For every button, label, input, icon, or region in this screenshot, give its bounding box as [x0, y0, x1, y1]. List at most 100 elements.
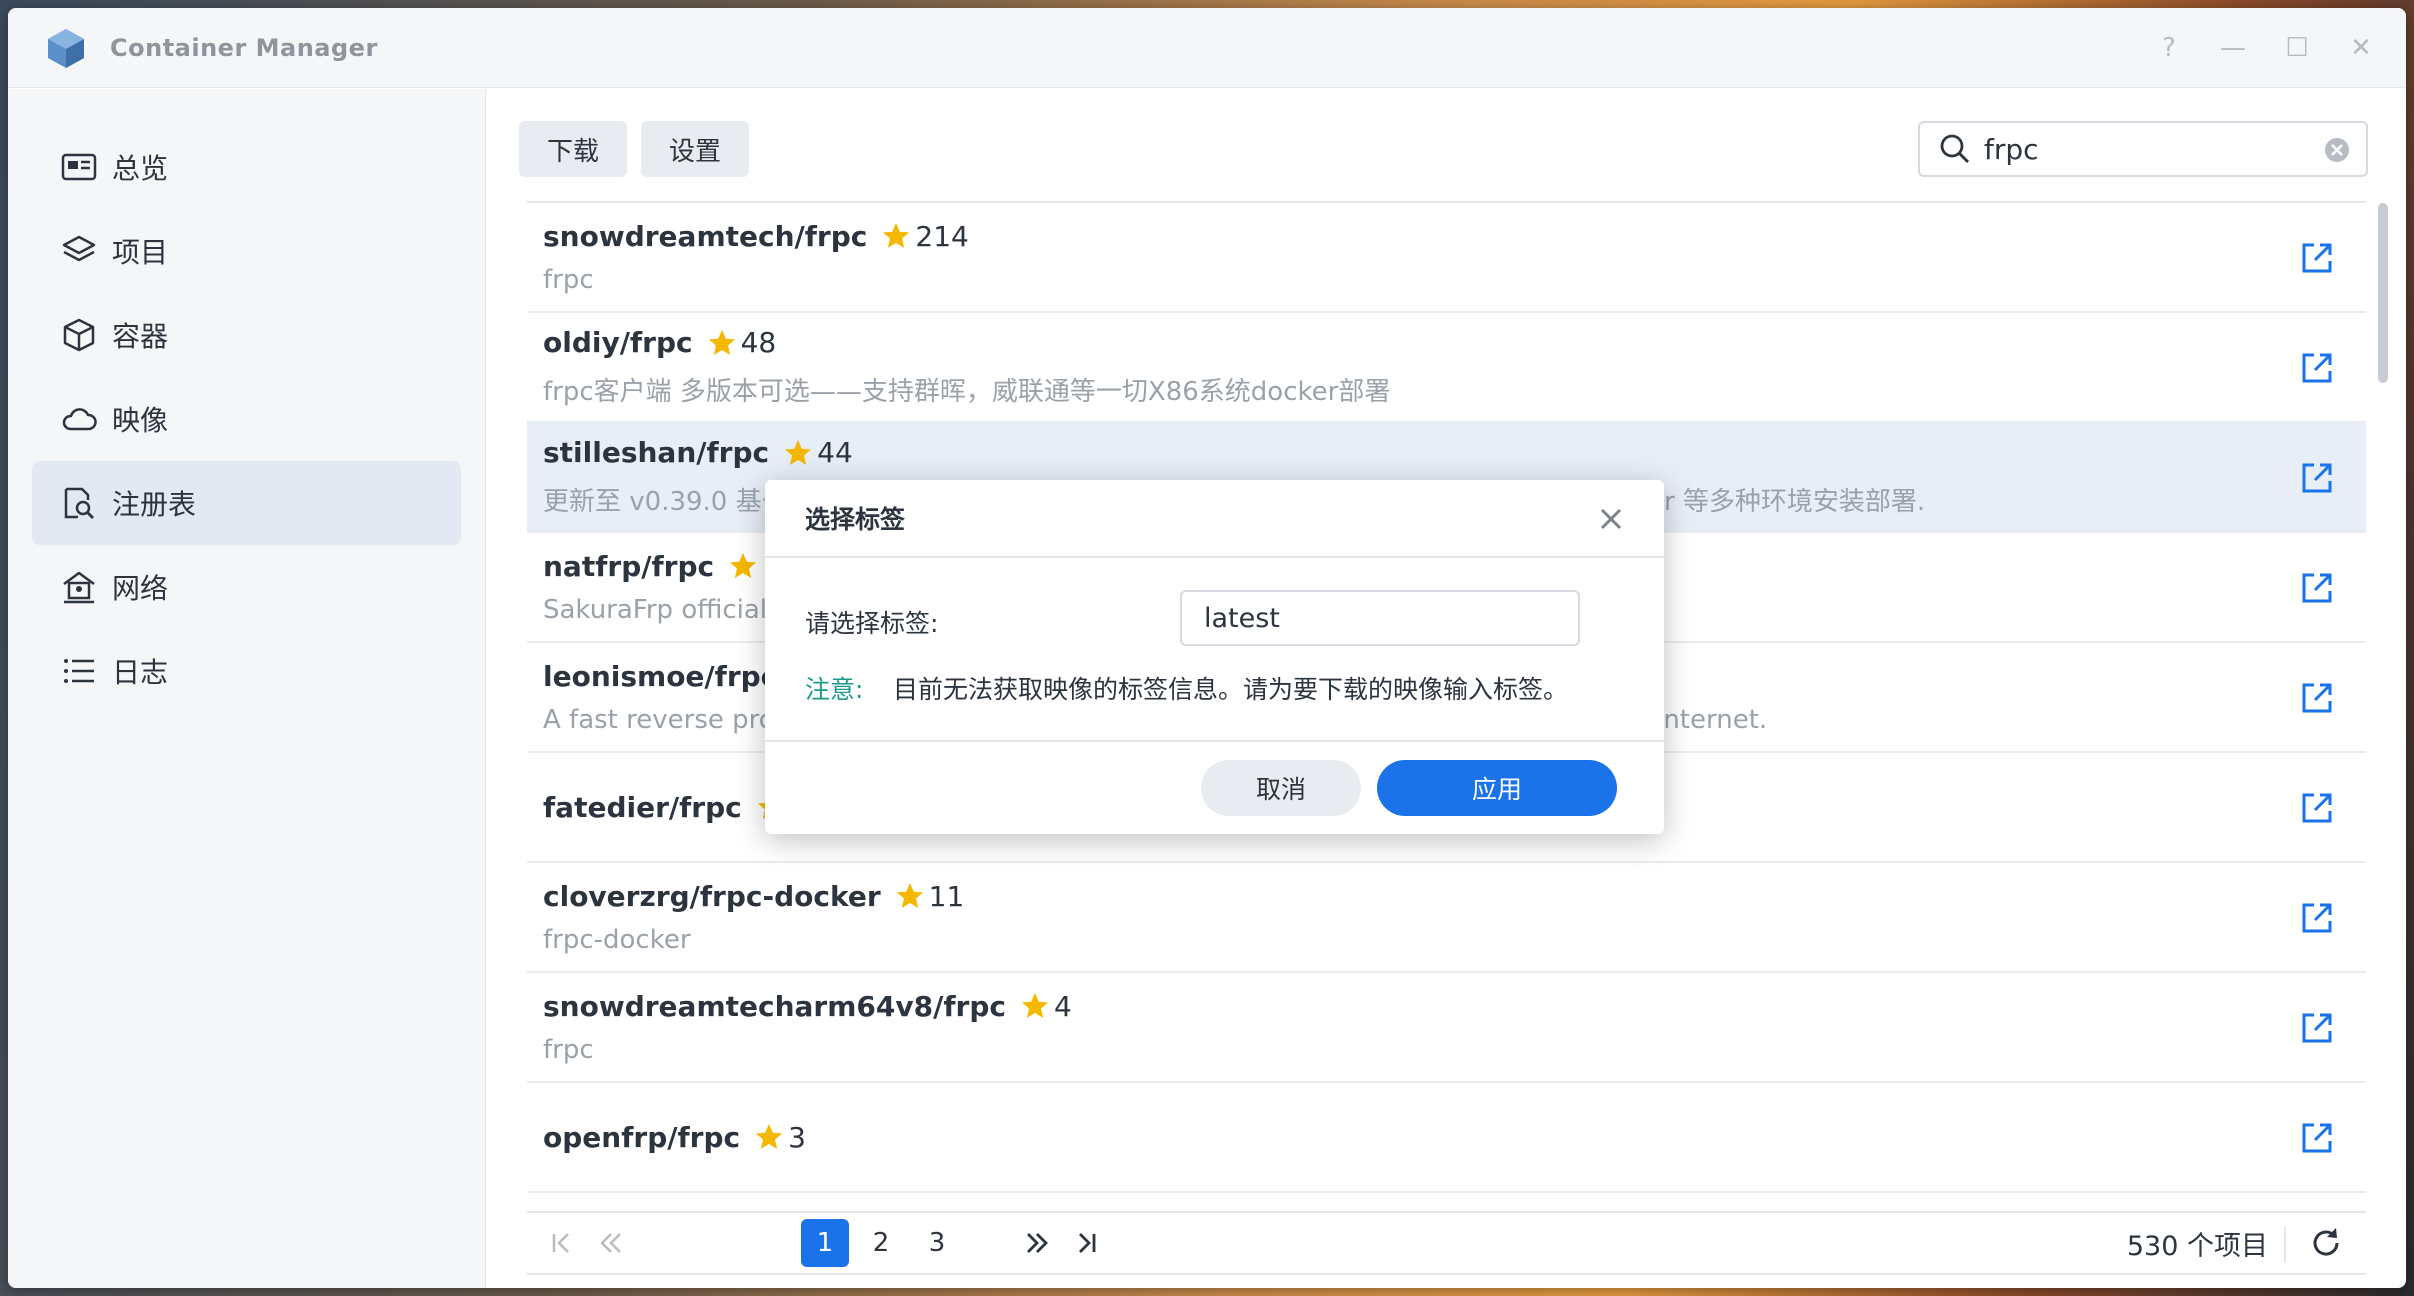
sidebar-item-label: 网络	[112, 567, 168, 607]
app-title: Container Manager	[110, 34, 378, 62]
external-link-icon[interactable]	[2298, 569, 2336, 607]
cancel-button[interactable]: 取消	[1201, 760, 1361, 816]
star-count: 11	[929, 880, 965, 913]
star-icon	[1020, 991, 1050, 1021]
repo-name: leonismoe/frpc	[543, 660, 777, 693]
dialog-header: 选择标签	[765, 480, 1664, 558]
search-box	[1918, 121, 2368, 177]
star-icon	[783, 438, 813, 468]
star-count: 48	[741, 326, 777, 359]
repo-name: fatedier/frpc	[543, 791, 742, 824]
note-text: 目前无法获取映像的标签信息。请为要下载的映像输入标签。	[893, 670, 1568, 706]
scrollbar[interactable]	[2378, 203, 2388, 383]
repo-name: openfrp/frpc	[543, 1121, 740, 1154]
registry-icon	[60, 484, 98, 522]
total-items-count: 530 个项目	[2127, 1224, 2268, 1263]
sidebar-item-log[interactable]: 日志	[32, 629, 461, 713]
refresh-icon[interactable]	[2306, 1223, 2346, 1263]
table-row[interactable]: snowdreamtech/frpc 214 frpc	[527, 203, 2366, 313]
repo-name: snowdreamtecharm64v8/frpc	[543, 990, 1006, 1023]
apply-button[interactable]: 应用	[1377, 760, 1617, 816]
sidebar-item-label: 日志	[112, 651, 168, 691]
network-icon	[60, 568, 98, 606]
star-count: 214	[915, 220, 968, 253]
pagination: 1 2 3 530 个项目	[527, 1211, 2366, 1275]
table-row[interactable]: cloverzrg/frpc-docker 11 frpc-docker	[527, 863, 2366, 973]
repo-description: frpc	[543, 1035, 2366, 1065]
external-link-icon[interactable]	[2298, 349, 2336, 387]
cube-icon	[60, 316, 98, 354]
next-page-icon[interactable]	[1013, 1219, 1061, 1267]
repo-description: frpc	[543, 265, 2366, 295]
sidebar-item-label: 注册表	[112, 483, 196, 523]
search-icon	[1938, 132, 1972, 166]
title-bar: Container Manager ? — ☐ ✕	[8, 8, 2406, 88]
first-page-icon[interactable]	[539, 1219, 587, 1267]
settings-button[interactable]: 设置	[641, 121, 749, 177]
select-tag-dialog: 选择标签 请选择标签: 注意: 目前无法获取映像的标签信息。请为要下载的映像输入…	[765, 480, 1664, 834]
download-button[interactable]: 下载	[519, 121, 627, 177]
sidebar: 总览 项目 容器 映像	[8, 89, 486, 1288]
layers-icon	[60, 232, 98, 270]
sidebar-item-images[interactable]: 映像	[32, 377, 461, 461]
app-window: Container Manager ? — ☐ ✕ 总览 项目	[8, 8, 2406, 1288]
sidebar-item-label: 映像	[112, 399, 168, 439]
container-manager-logo	[44, 26, 88, 70]
repo-description: frpc-docker	[543, 925, 2366, 955]
external-link-icon[interactable]	[2298, 899, 2336, 937]
overview-icon	[60, 148, 98, 186]
external-link-icon[interactable]	[2298, 239, 2336, 277]
external-link-icon[interactable]	[2298, 679, 2336, 717]
log-list-icon	[60, 652, 98, 690]
repo-description: frpc客户端 多版本可选——支持群晖，威联通等一切X86系统docker部署	[543, 371, 2366, 408]
maximize-icon[interactable]: ☐	[2282, 33, 2312, 63]
external-link-icon[interactable]	[2298, 1119, 2336, 1157]
star-icon	[895, 881, 925, 911]
cloud-icon	[60, 400, 98, 438]
help-icon[interactable]: ?	[2154, 33, 2184, 63]
repo-name: natfrp/frpc	[543, 550, 714, 583]
star-icon	[881, 221, 911, 251]
sidebar-item-overview[interactable]: 总览	[32, 125, 461, 209]
tag-label: 请选择标签:	[805, 604, 938, 640]
search-input[interactable]	[1984, 133, 2304, 166]
close-icon[interactable]	[1594, 502, 1628, 536]
minimize-icon[interactable]: —	[2218, 33, 2248, 63]
external-link-icon[interactable]	[2298, 789, 2336, 827]
table-row[interactable]: oldiy/frpc 48 frpc客户端 多版本可选——支持群晖，威联通等一切…	[527, 313, 2366, 423]
page-3-button[interactable]: 3	[913, 1219, 961, 1267]
table-row[interactable]: snowdreamtecharm64v8/frpc 4 frpc	[527, 973, 2366, 1083]
star-icon	[728, 551, 758, 581]
toolbar: 下载 设置	[519, 121, 749, 177]
sidebar-item-projects[interactable]: 项目	[32, 209, 461, 293]
close-window-icon[interactable]: ✕	[2346, 33, 2376, 63]
note-label: 注意:	[805, 670, 863, 706]
sidebar-item-label: 容器	[112, 315, 168, 355]
repo-name: oldiy/frpc	[543, 326, 693, 359]
dialog-title: 选择标签	[805, 500, 905, 536]
dialog-body: 请选择标签: 注意: 目前无法获取映像的标签信息。请为要下载的映像输入标签。	[765, 558, 1664, 742]
star-count: 3	[788, 1121, 806, 1154]
repo-name: snowdreamtech/frpc	[543, 220, 867, 253]
star-count: 4	[1054, 990, 1072, 1023]
page-1-button[interactable]: 1	[801, 1219, 849, 1267]
sidebar-item-registry[interactable]: 注册表	[32, 461, 461, 545]
sidebar-item-network[interactable]: 网络	[32, 545, 461, 629]
dialog-footer: 取消 应用	[765, 742, 1664, 832]
star-icon	[707, 328, 737, 358]
external-link-icon[interactable]	[2298, 459, 2336, 497]
star-count: 44	[817, 436, 853, 469]
window-controls: ? — ☐ ✕	[2154, 8, 2376, 88]
repo-name: stilleshan/frpc	[543, 436, 769, 469]
divider	[2284, 1227, 2286, 1263]
tag-input[interactable]	[1180, 590, 1580, 646]
table-row[interactable]: openfrp/frpc 3	[527, 1083, 2366, 1193]
sidebar-item-label: 项目	[112, 231, 168, 271]
external-link-icon[interactable]	[2298, 1009, 2336, 1047]
clear-search-icon[interactable]	[2322, 135, 2352, 165]
sidebar-item-label: 总览	[112, 147, 168, 187]
page-2-button[interactable]: 2	[857, 1219, 905, 1267]
last-page-icon[interactable]	[1061, 1219, 1109, 1267]
sidebar-item-containers[interactable]: 容器	[32, 293, 461, 377]
prev-page-icon[interactable]	[587, 1219, 635, 1267]
